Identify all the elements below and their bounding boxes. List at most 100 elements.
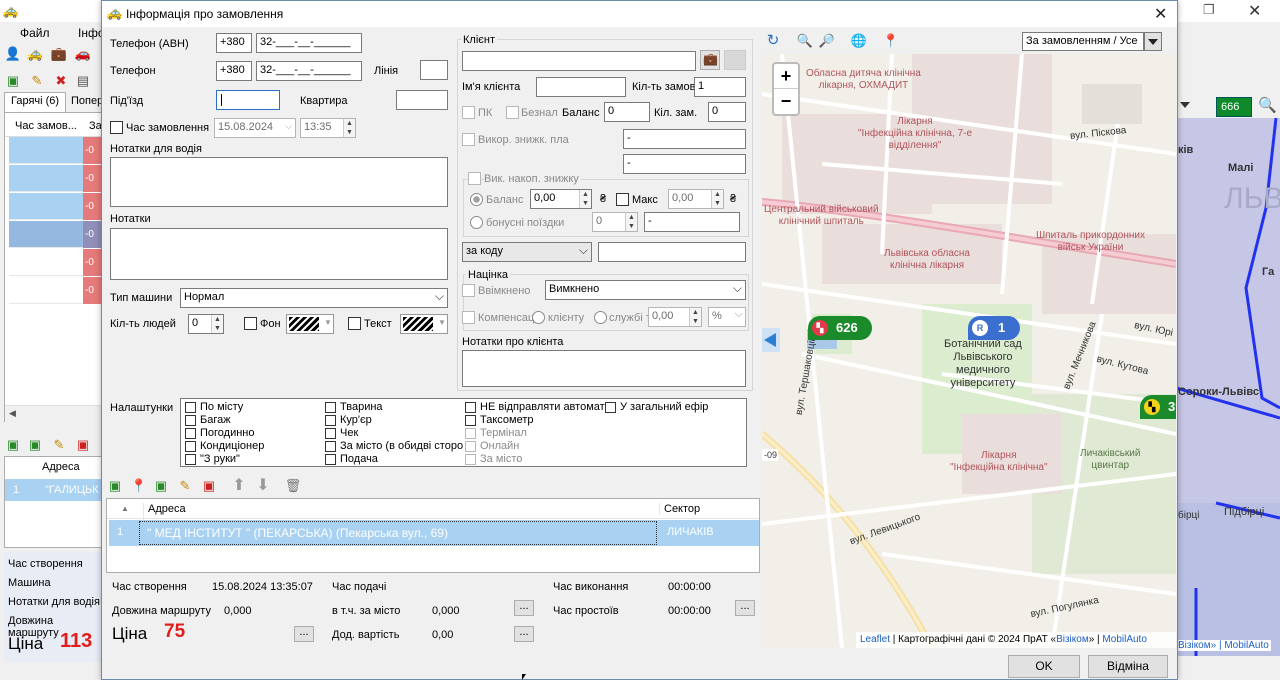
option-checkbox[interactable] bbox=[325, 428, 336, 439]
entrance-input[interactable] bbox=[216, 90, 280, 110]
option-checkbox[interactable] bbox=[605, 402, 616, 413]
menu-file[interactable]: Файл bbox=[20, 26, 50, 40]
option-checkbox[interactable] bbox=[325, 415, 336, 426]
discount-input-2[interactable]: - bbox=[623, 154, 746, 174]
remove-address-icon[interactable]: ▣ bbox=[74, 436, 92, 454]
leaflet-link[interactable]: Leaflet bbox=[860, 634, 890, 645]
option-col2-3[interactable]: За місто (в обидві сторо bbox=[325, 440, 475, 453]
tab-hot[interactable]: Гарячі (6) bbox=[4, 92, 67, 112]
bg-color-checkbox[interactable] bbox=[244, 317, 257, 330]
option-checkbox[interactable] bbox=[185, 454, 196, 465]
option-col1-4[interactable]: "З руки" bbox=[185, 453, 335, 466]
country-code-avn[interactable]: +380 bbox=[216, 33, 252, 53]
map-pin-icon[interactable]: 📍 bbox=[882, 32, 900, 50]
client-notes-textarea[interactable] bbox=[462, 350, 746, 387]
option-col3-3[interactable]: Онлайн bbox=[465, 440, 615, 453]
option-checkbox[interactable] bbox=[465, 428, 476, 439]
refresh-icon[interactable]: ↻ bbox=[764, 32, 782, 50]
comp-client-radio[interactable] bbox=[532, 311, 545, 324]
people-spinner[interactable]: 0 ▲ ▼ bbox=[188, 314, 224, 334]
edit-order-icon[interactable]: ✎ bbox=[28, 72, 46, 90]
horizontal-scrollbar[interactable]: ◀ bbox=[5, 405, 103, 422]
driver-notes-textarea[interactable] bbox=[110, 157, 448, 207]
move-up-icon[interactable]: ⬆ bbox=[230, 477, 248, 495]
option-col1-2[interactable]: Погодинно bbox=[185, 427, 335, 440]
cashless-checkbox[interactable] bbox=[506, 106, 519, 119]
edit-address-icon[interactable]: ✎ bbox=[176, 477, 194, 495]
compensation-checkbox[interactable] bbox=[462, 311, 475, 324]
option-checkbox[interactable] bbox=[465, 402, 476, 413]
scroll-left-icon[interactable]: ◀ bbox=[9, 408, 16, 419]
ok-button[interactable]: OK bbox=[1008, 655, 1080, 678]
option-col2-4[interactable]: Подача bbox=[325, 453, 475, 466]
map-zoom-out-button[interactable]: − bbox=[774, 89, 798, 114]
option-col3-1[interactable]: Таксометр bbox=[465, 414, 615, 427]
remove-address-icon[interactable]: ▣ bbox=[200, 477, 218, 495]
discount-input-1[interactable]: - bbox=[623, 129, 746, 149]
add-address-icon[interactable]: ▣ bbox=[106, 477, 124, 495]
discount-checkbox[interactable] bbox=[462, 133, 475, 146]
orders-input[interactable]: 0 bbox=[708, 102, 746, 122]
option-checkbox[interactable] bbox=[185, 415, 196, 426]
markup-select[interactable]: Вимкнено ⌵ bbox=[545, 280, 746, 300]
comp-unit-select[interactable]: % ⌵ bbox=[708, 307, 746, 327]
option-col3-4[interactable]: За місто bbox=[465, 453, 615, 466]
order-date-picker[interactable]: 15.08.2024 ⌵ bbox=[214, 118, 296, 138]
option-col2-0[interactable]: Тварина bbox=[325, 401, 475, 414]
text-color-checkbox[interactable] bbox=[348, 317, 361, 330]
client-card-button[interactable]: 💼 bbox=[700, 50, 720, 70]
briefcase-icon[interactable]: 💼 bbox=[50, 45, 68, 63]
map-filter-arrow-button[interactable] bbox=[1144, 32, 1162, 51]
pk-checkbox[interactable] bbox=[462, 106, 475, 119]
option-col4-0[interactable]: У загальний ефір bbox=[605, 401, 755, 414]
person-icon[interactable]: 👤 bbox=[4, 45, 22, 63]
marker-order-1[interactable]: R 1 bbox=[968, 316, 1020, 340]
insert-address-icon[interactable]: ▣ bbox=[26, 436, 44, 454]
comp-value-spinner[interactable]: 0,00 ▲ ▼ bbox=[648, 307, 702, 327]
option-col2-1[interactable]: Кур'єр bbox=[325, 414, 475, 427]
col-address[interactable]: Адреса bbox=[143, 503, 186, 521]
option-checkbox[interactable] bbox=[325, 454, 336, 465]
balance-input[interactable]: 0 bbox=[604, 102, 650, 122]
vizikom-link[interactable]: Візіком bbox=[1056, 634, 1089, 645]
orders-count-input[interactable]: 1 bbox=[694, 77, 746, 97]
col-order-time[interactable]: Час замов... bbox=[15, 120, 77, 132]
search-icon[interactable]: 🔍 bbox=[1258, 96, 1277, 114]
code-input[interactable] bbox=[598, 242, 746, 262]
bonus-spinner[interactable]: 0 ▲ ▼ bbox=[592, 212, 638, 232]
globe-icon[interactable]: 🌐 bbox=[850, 32, 868, 50]
order-row[interactable]: -0 bbox=[5, 249, 103, 277]
bonus-extra-input[interactable]: - bbox=[644, 212, 740, 232]
option-checkbox[interactable] bbox=[465, 454, 476, 465]
accum-balance-spinner[interactable]: 0,00 ▲ ▼ bbox=[530, 189, 592, 209]
mobilauto-link[interactable]: MobilAuto bbox=[1102, 634, 1146, 645]
truck-icon[interactable]: ▤ bbox=[74, 72, 92, 90]
option-col2-2[interactable]: Чек bbox=[325, 427, 475, 440]
client-clear-button[interactable] bbox=[724, 50, 746, 70]
text-color-picker[interactable]: ▼ bbox=[400, 314, 448, 334]
car-icon[interactable]: 🚗 bbox=[74, 45, 92, 63]
car-type-select[interactable]: Нормал ⌵ bbox=[180, 288, 448, 308]
max-checkbox[interactable] bbox=[616, 193, 629, 206]
apartment-input[interactable] bbox=[396, 90, 448, 110]
dialog-close-icon[interactable]: ✕ bbox=[1154, 4, 1167, 24]
price-more-button[interactable]: ... bbox=[294, 626, 314, 642]
option-checkbox[interactable] bbox=[465, 415, 476, 426]
col-sector[interactable]: Сектор bbox=[659, 503, 700, 515]
option-col1-3[interactable]: Кондиціонер bbox=[185, 440, 335, 453]
marker-car-626[interactable]: ▚ 626 bbox=[808, 316, 872, 340]
map-zoom-in-button[interactable]: + bbox=[774, 64, 798, 89]
zoom-out-icon[interactable]: 🔎 bbox=[818, 32, 836, 50]
option-col1-1[interactable]: Багаж bbox=[185, 414, 335, 427]
move-down-icon[interactable]: ⬇ bbox=[254, 477, 272, 495]
code-select[interactable]: за коду ⌵ bbox=[462, 242, 592, 262]
add-address-icon[interactable]: ▣ bbox=[4, 436, 22, 454]
order-row[interactable]: -0 bbox=[5, 165, 103, 193]
phone-input[interactable]: 32-___-__-______ bbox=[256, 61, 362, 81]
city-more-button[interactable]: ... bbox=[514, 600, 534, 616]
route-row[interactable]: 1 " МЕД ІНСТИТУТ " (ПЕКАРСЬКА) (Пекарськ… bbox=[109, 520, 759, 546]
line-input[interactable] bbox=[420, 60, 448, 80]
map-pin-icon[interactable]: 📍 bbox=[130, 477, 148, 495]
option-checkbox[interactable] bbox=[185, 441, 196, 452]
notes-textarea[interactable] bbox=[110, 228, 448, 280]
